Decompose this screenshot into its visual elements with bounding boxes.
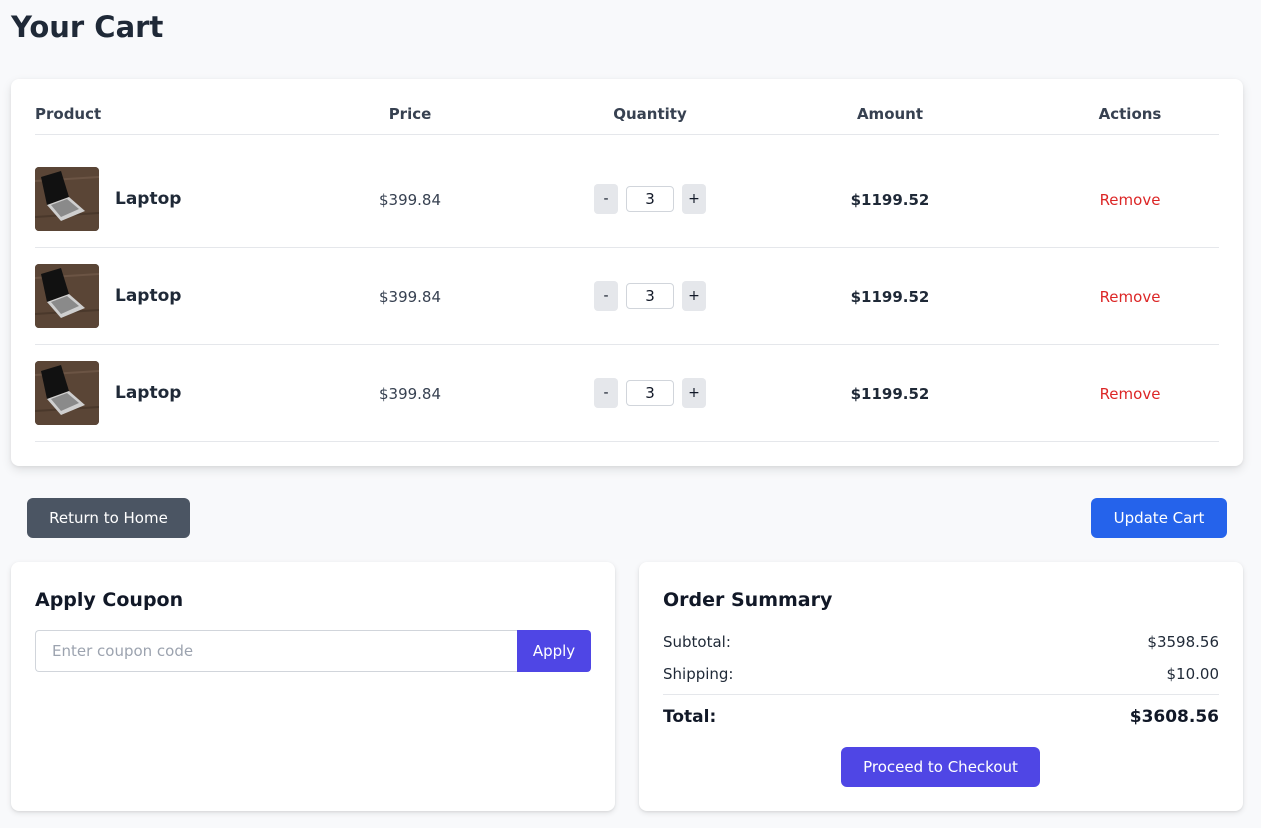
subtotal-row: Subtotal: $3598.56 [663, 633, 1219, 651]
product-name: Laptop [115, 286, 182, 306]
update-cart-button[interactable]: Update Cart [1091, 498, 1227, 538]
quantity-stepper: - + [530, 281, 770, 311]
total-label: Total: [663, 707, 717, 727]
decrease-quantity-button[interactable]: - [594, 378, 618, 408]
shipping-value: $10.00 [1166, 665, 1220, 683]
cart-table-card: Product Price Quantity Amount Actions La… [11, 79, 1243, 466]
total-row: Total: $3608.56 [663, 707, 1219, 727]
shipping-row: Shipping: $10.00 [663, 665, 1219, 683]
quantity-input[interactable] [626, 380, 674, 406]
checkout-button[interactable]: Proceed to Checkout [841, 747, 1040, 787]
subtotal-label: Subtotal: [663, 633, 731, 651]
quantity-input[interactable] [626, 283, 674, 309]
product-price: $399.84 [378, 191, 442, 209]
remove-link[interactable]: Remove [1010, 191, 1250, 209]
increase-quantity-button[interactable]: + [682, 281, 706, 311]
header-amount: Amount [856, 105, 924, 123]
shipping-label: Shipping: [663, 665, 734, 683]
decrease-quantity-button[interactable]: - [594, 281, 618, 311]
header-quantity: Quantity [613, 105, 687, 123]
total-value: $3608.56 [1129, 707, 1219, 727]
summary-title: Order Summary [663, 589, 833, 611]
quantity-stepper: - + [530, 378, 770, 408]
apply-coupon-button[interactable]: Apply [517, 630, 591, 672]
coupon-panel: Apply Coupon Apply [11, 562, 615, 811]
product-name: Laptop [115, 189, 182, 209]
header-actions: Actions [1098, 105, 1162, 123]
cart-table: Product Price Quantity Amount Actions La… [35, 79, 1219, 442]
quantity-stepper: - + [530, 184, 770, 214]
page-title: Your Cart [11, 10, 164, 44]
product-image [35, 167, 99, 231]
coupon-title: Apply Coupon [35, 589, 184, 611]
return-home-button[interactable]: Return to Home [27, 498, 190, 538]
product-image [35, 264, 99, 328]
remove-link[interactable]: Remove [1010, 385, 1250, 403]
table-header: Product Price Quantity Amount Actions [35, 79, 1219, 135]
header-price: Price [388, 105, 432, 123]
table-row: Laptop $399.84 - + $1199.52 Remove [35, 135, 1219, 248]
remove-link[interactable]: Remove [1010, 288, 1250, 306]
cart-page: Your Cart Product Price Quantity Amount … [0, 0, 1261, 828]
header-product: Product [35, 105, 102, 123]
subtotal-value: $3598.56 [1147, 633, 1219, 651]
decrease-quantity-button[interactable]: - [594, 184, 618, 214]
coupon-input[interactable] [35, 630, 518, 672]
summary-divider [663, 694, 1219, 695]
product-price: $399.84 [378, 385, 442, 403]
product-price: $399.84 [378, 288, 442, 306]
product-amount: $1199.52 [850, 191, 930, 209]
table-row: Laptop $399.84 - + $1199.52 Remove [35, 345, 1219, 442]
order-summary-panel: Order Summary Subtotal: $3598.56 Shippin… [639, 562, 1243, 811]
product-name: Laptop [115, 383, 182, 403]
product-amount: $1199.52 [850, 385, 930, 403]
quantity-input[interactable] [626, 186, 674, 212]
table-row: Laptop $399.84 - + $1199.52 Remove [35, 248, 1219, 345]
increase-quantity-button[interactable]: + [682, 184, 706, 214]
product-amount: $1199.52 [850, 288, 930, 306]
product-image [35, 361, 99, 425]
increase-quantity-button[interactable]: + [682, 378, 706, 408]
